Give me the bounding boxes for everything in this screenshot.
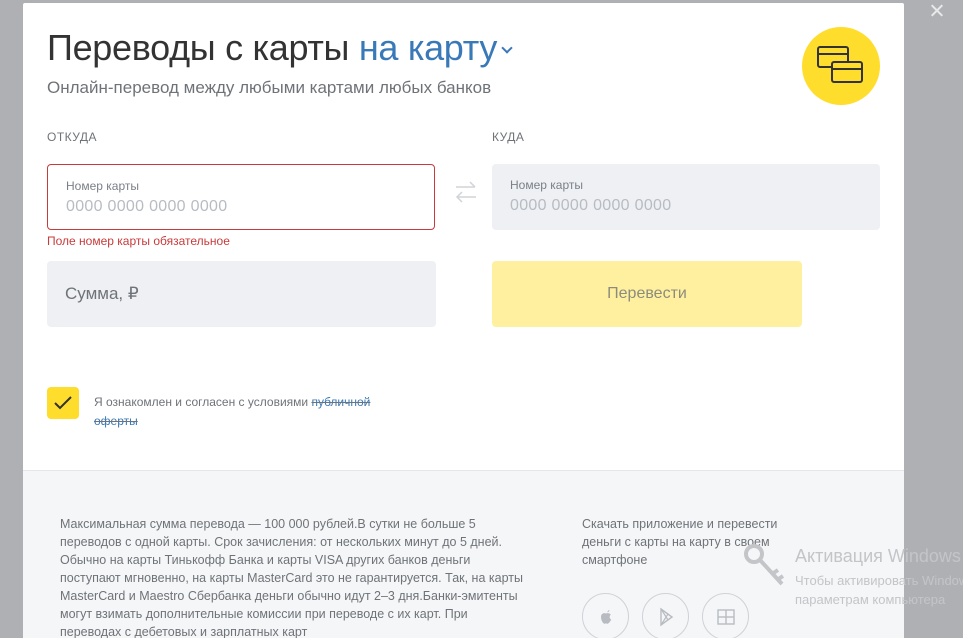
- watermark-line-3: параметрам компьютера: [795, 592, 946, 607]
- transfer-button[interactable]: Перевести: [492, 261, 802, 327]
- apple-icon: [601, 610, 612, 624]
- windows-store-button[interactable]: [702, 593, 749, 638]
- transfer-type-dropdown[interactable]: на карту: [358, 27, 513, 68]
- agree-checkbox[interactable]: [47, 387, 79, 419]
- agree-text: Я ознакомлен и согласен с условиями публ…: [94, 393, 414, 431]
- watermark-line-1: Активация Windows: [795, 546, 961, 566]
- amount-input[interactable]: Сумма, ₽: [47, 261, 436, 327]
- from-label: ОТКУДА: [47, 130, 98, 144]
- to-label: КУДА: [492, 130, 525, 144]
- close-icon[interactable]: [926, 0, 948, 22]
- from-card-placeholder: 0000 0000 0000 0000: [66, 198, 228, 215]
- title-main: Переводы с карты: [47, 27, 350, 68]
- to-card-input[interactable]: Номер карты 0000 0000 0000 0000: [492, 164, 880, 230]
- to-card-field-label: Номер карты: [510, 178, 583, 192]
- cards-icon: [802, 27, 880, 105]
- from-card-input[interactable]: Номер карты 0000 0000 0000 0000: [47, 164, 435, 230]
- page-subtitle: Онлайн-перевод между любыми картами любы…: [47, 78, 492, 97]
- amount-placeholder: Сумма, ₽: [65, 284, 139, 303]
- agree-label: Я ознакомлен и согласен с условиями: [94, 395, 309, 409]
- swap-arrows-icon[interactable]: [453, 179, 479, 205]
- to-card-placeholder: 0000 0000 0000 0000: [510, 197, 672, 214]
- from-card-error: Поле номер карты обязательное: [47, 234, 230, 248]
- windows-icon: [717, 609, 735, 625]
- chevron-down-icon: [501, 42, 513, 54]
- checkmark-icon: [54, 396, 72, 410]
- watermark-line-2: Чтобы активировать Windows: [795, 573, 963, 588]
- title-accent-label: на карту: [358, 27, 498, 68]
- app-store-button[interactable]: [582, 593, 629, 638]
- transfer-limits-info: Максимальная сумма перевода — 100 000 ру…: [60, 517, 523, 638]
- google-play-icon: [660, 607, 674, 627]
- google-play-button[interactable]: [642, 593, 689, 638]
- key-icon: [744, 544, 785, 586]
- from-card-field-label: Номер карты: [66, 179, 139, 193]
- page-title: Переводы с карты на карту: [47, 27, 513, 69]
